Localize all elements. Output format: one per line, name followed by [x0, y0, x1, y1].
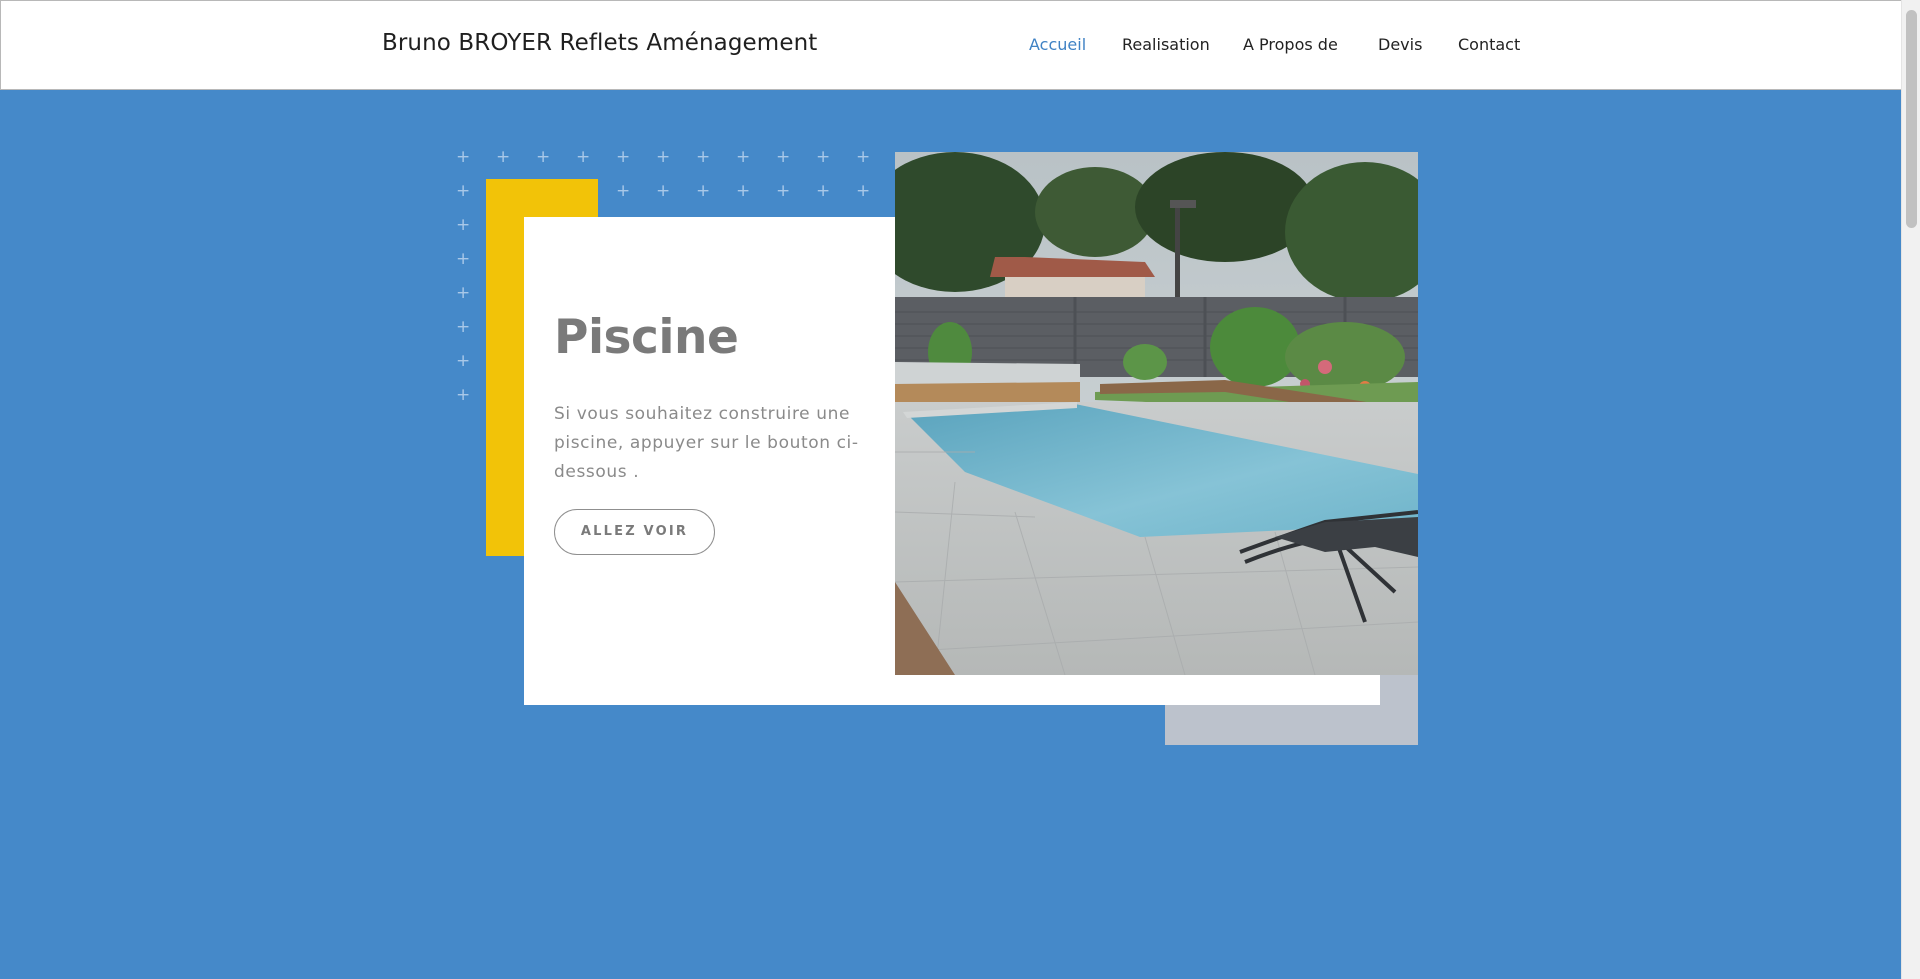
plus-icon: +	[736, 147, 751, 167]
hero-title: Piscine	[554, 310, 739, 365]
plus-icon: +	[496, 147, 511, 167]
plus-icon: +	[856, 147, 871, 167]
nav-item-contact[interactable]: Contact	[1458, 35, 1520, 54]
plus-icon: +	[456, 317, 471, 337]
plus-icon: +	[816, 181, 831, 201]
plus-icon: +	[616, 181, 631, 201]
plus-icon: +	[816, 147, 831, 167]
plus-icon: +	[576, 147, 591, 167]
plus-icon: +	[616, 147, 631, 167]
plus-icon: +	[736, 181, 751, 201]
plus-icon: +	[856, 181, 871, 201]
plus-icon: +	[456, 249, 471, 269]
plus-icon: +	[456, 385, 471, 405]
plus-icon: +	[656, 147, 671, 167]
allez-voir-button[interactable]: ALLEZ VOIR	[554, 509, 715, 555]
plus-icon: +	[696, 181, 711, 201]
nav-item-accueil[interactable]: Accueil	[1029, 35, 1086, 54]
plus-icon: +	[776, 147, 791, 167]
plus-icon: +	[776, 181, 791, 201]
page-scrollbar[interactable]	[1901, 0, 1920, 979]
plus-icon: +	[696, 147, 711, 167]
plus-icon: +	[456, 283, 471, 303]
hero-text: Si vous souhaitez construire une piscine…	[554, 404, 859, 482]
plus-icon: +	[456, 215, 471, 235]
plus-icon: +	[456, 351, 471, 371]
plus-icon: +	[456, 181, 471, 201]
scrollbar-thumb[interactable]	[1906, 10, 1917, 228]
nav-item-devis[interactable]: Devis	[1378, 35, 1422, 54]
site-header: Bruno BROYER Reflets Aménagement Accueil…	[0, 0, 1901, 90]
plus-icon: +	[536, 147, 551, 167]
pool-photo	[895, 152, 1418, 675]
nav-item-a-propos[interactable]: A Propos de	[1243, 35, 1338, 54]
plus-icon: +	[656, 181, 671, 201]
nav-item-realisation[interactable]: Realisation	[1122, 35, 1210, 54]
plus-icon: +	[456, 147, 471, 167]
site-brand[interactable]: Bruno BROYER Reflets Aménagement	[382, 30, 817, 56]
